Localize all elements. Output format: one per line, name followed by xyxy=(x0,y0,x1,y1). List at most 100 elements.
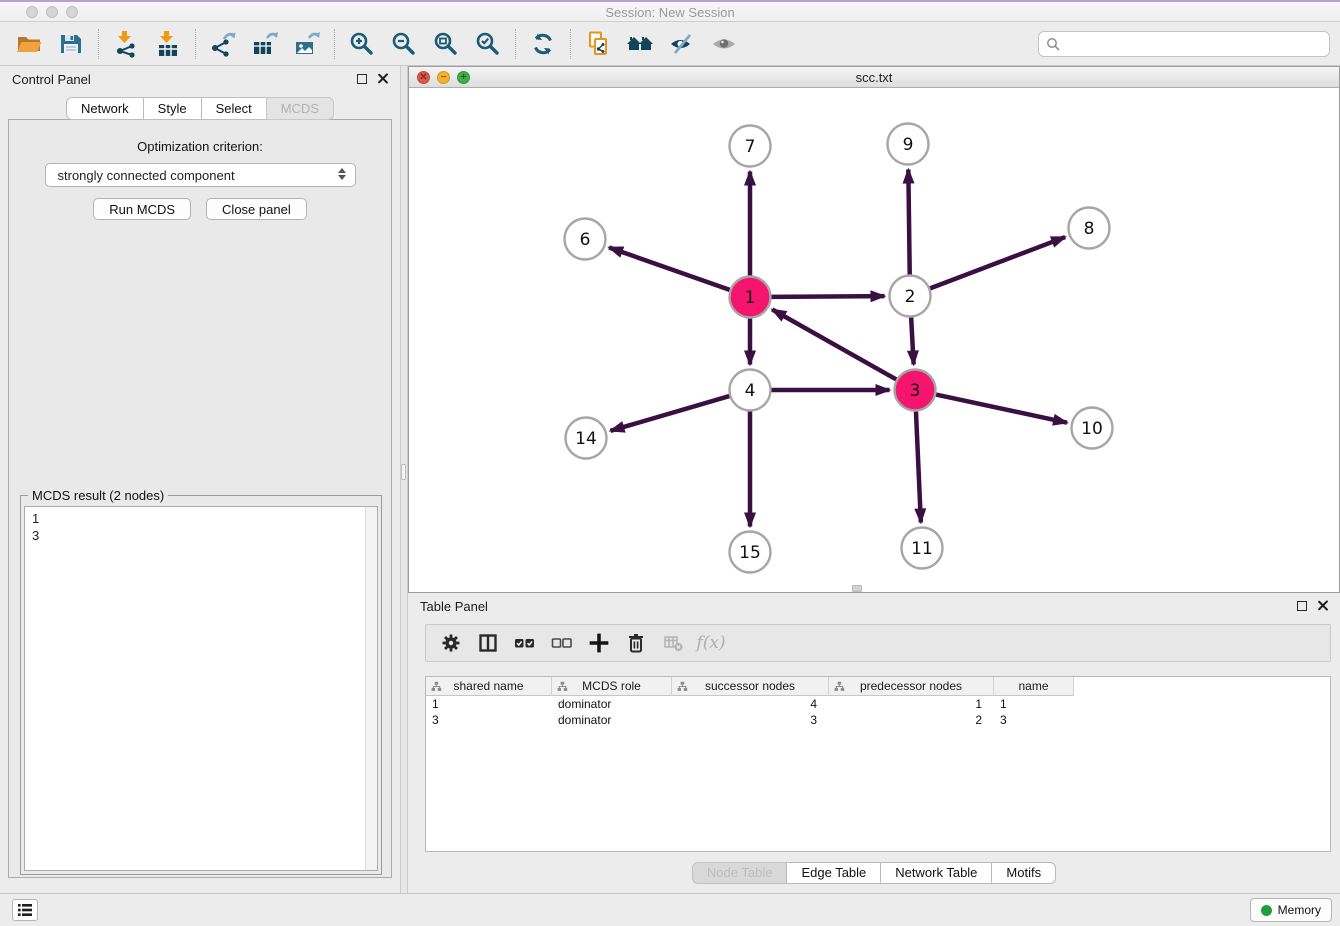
delete-columns-icon[interactable] xyxy=(621,630,651,656)
table-cell[interactable]: dominator xyxy=(552,712,672,728)
network-canvas[interactable]: 7968124314101511 xyxy=(409,88,1339,592)
table-cell[interactable]: 1 xyxy=(829,696,994,712)
mcds-result-list[interactable]: 13 xyxy=(24,506,378,871)
select-all-icon[interactable] xyxy=(510,630,540,656)
tab-mcds[interactable]: MCDS xyxy=(266,97,334,120)
result-scrollbar[interactable] xyxy=(365,507,377,870)
tab-select[interactable]: Select xyxy=(201,97,267,120)
edge-1-2[interactable] xyxy=(771,296,884,297)
node-label: 14 xyxy=(575,429,597,449)
main-toolbar xyxy=(0,22,1340,66)
edge-3-1[interactable] xyxy=(772,310,896,380)
right-region: ✕−+ scc.txt 7968124314101511 Table Panel xyxy=(408,66,1340,893)
column-header-mcds-role[interactable]: MCDS role xyxy=(552,677,672,696)
mcds-result-group: MCDS result (2 nodes) 13 xyxy=(20,495,382,875)
refresh-layout-icon[interactable] xyxy=(522,26,564,62)
home-view-icon[interactable] xyxy=(619,26,661,62)
node-label: 15 xyxy=(739,543,761,563)
edge-2-8[interactable] xyxy=(930,237,1065,288)
optimization-dropdown[interactable]: strongly connected component xyxy=(45,163,356,187)
task-history-button[interactable] xyxy=(12,899,38,921)
table-cell[interactable]: 1 xyxy=(426,696,552,712)
tab-network-table[interactable]: Network Table xyxy=(880,862,992,884)
table-row[interactable]: 3dominator323 xyxy=(426,712,1330,728)
unselect-all-icon[interactable] xyxy=(547,630,577,656)
tab-edge-table[interactable]: Edge Table xyxy=(786,862,881,884)
table-cell[interactable]: 1 xyxy=(994,696,1074,712)
zoom-selected-icon[interactable] xyxy=(467,26,509,62)
control-panel-header: Control Panel xyxy=(0,66,400,92)
save-session-icon[interactable] xyxy=(50,26,92,62)
zoom-in-icon[interactable] xyxy=(341,26,383,62)
edge-3-10[interactable] xyxy=(936,395,1067,423)
node-label: 3 xyxy=(910,381,921,401)
column-header-shared-name[interactable]: shared name xyxy=(426,677,552,696)
node-label: 10 xyxy=(1081,419,1103,439)
float-panel-icon[interactable] xyxy=(1297,601,1307,611)
edge-2-9[interactable] xyxy=(908,169,909,274)
toolbar-separator xyxy=(98,29,99,59)
search-input[interactable] xyxy=(1064,34,1329,54)
app-title: Session: New Session xyxy=(0,5,1340,20)
table-cell[interactable]: 4 xyxy=(672,696,829,712)
close-panel-button[interactable]: Close panel xyxy=(206,198,307,220)
edge-3-11[interactable] xyxy=(916,411,921,522)
node-label: 8 xyxy=(1084,219,1095,239)
zoom-out-icon[interactable] xyxy=(383,26,425,62)
table-header-row: shared nameMCDS rolesuccessor nodesprede… xyxy=(426,677,1330,696)
export-network-icon[interactable] xyxy=(202,26,244,62)
column-header-name[interactable]: name xyxy=(994,677,1074,696)
tab-network[interactable]: Network xyxy=(66,97,144,120)
edge-4-14[interactable] xyxy=(610,396,729,431)
delete-table-icon xyxy=(658,630,688,656)
node-label: 6 xyxy=(580,230,591,250)
run-mcds-button[interactable]: Run MCDS xyxy=(93,198,191,220)
table-cell[interactable]: dominator xyxy=(552,696,672,712)
dropdown-stepper-icon xyxy=(338,168,346,180)
network-graph[interactable]: 7968124314101511 xyxy=(409,88,1339,592)
network-window-title: scc.txt xyxy=(409,70,1339,85)
dropdown-value: strongly connected component xyxy=(58,168,235,183)
mcds-tab-content: Optimization criterion: strongly connect… xyxy=(8,119,392,878)
toolbar-separator xyxy=(515,29,516,59)
hide-details-icon[interactable] xyxy=(661,26,703,62)
tab-node-table[interactable]: Node Table xyxy=(692,862,788,884)
network-view-window: ✕−+ scc.txt 7968124314101511 xyxy=(408,66,1340,593)
open-folder-icon[interactable] xyxy=(8,26,50,62)
memory-button[interactable]: Memory xyxy=(1250,898,1332,922)
export-table-icon[interactable] xyxy=(244,26,286,62)
float-panel-icon[interactable] xyxy=(357,74,367,84)
add-column-icon[interactable] xyxy=(584,630,614,656)
column-header-predecessor-nodes[interactable]: predecessor nodes xyxy=(829,677,994,696)
mcds-result-item: 1 xyxy=(32,510,377,527)
close-panel-icon[interactable] xyxy=(1317,600,1328,611)
table-cell[interactable]: 2 xyxy=(829,712,994,728)
column-header-successor-nodes[interactable]: successor nodes xyxy=(672,677,829,696)
show-eye-icon[interactable] xyxy=(703,26,745,62)
node-label: 4 xyxy=(745,381,756,401)
panel-splitter[interactable] xyxy=(400,66,408,893)
table-cell[interactable]: 3 xyxy=(426,712,552,728)
table-cell[interactable]: 3 xyxy=(672,712,829,728)
table-cell[interactable]: 3 xyxy=(994,712,1074,728)
close-panel-icon[interactable] xyxy=(377,73,388,84)
import-table-icon[interactable] xyxy=(147,26,189,62)
edge-2-3[interactable] xyxy=(911,317,914,364)
search-field[interactable] xyxy=(1038,31,1330,57)
canvas-scroll-thumb[interactable] xyxy=(852,585,862,592)
tab-motifs[interactable]: Motifs xyxy=(991,862,1056,884)
import-network-icon[interactable] xyxy=(105,26,147,62)
clone-network-icon[interactable] xyxy=(577,26,619,62)
list-icon xyxy=(17,903,33,917)
settings-gear-icon[interactable] xyxy=(436,630,466,656)
node-label: 2 xyxy=(905,287,916,307)
node-label: 11 xyxy=(911,539,933,559)
splitter-handle[interactable] xyxy=(401,464,406,480)
optimization-label: Optimization criterion: xyxy=(9,139,391,154)
table-row[interactable]: 1dominator411 xyxy=(426,696,1330,712)
export-image-icon[interactable] xyxy=(286,26,328,62)
toggle-columns-icon[interactable] xyxy=(473,630,503,656)
zoom-fit-icon[interactable] xyxy=(425,26,467,62)
edge-1-6[interactable] xyxy=(609,247,730,289)
tab-style[interactable]: Style xyxy=(143,97,202,120)
